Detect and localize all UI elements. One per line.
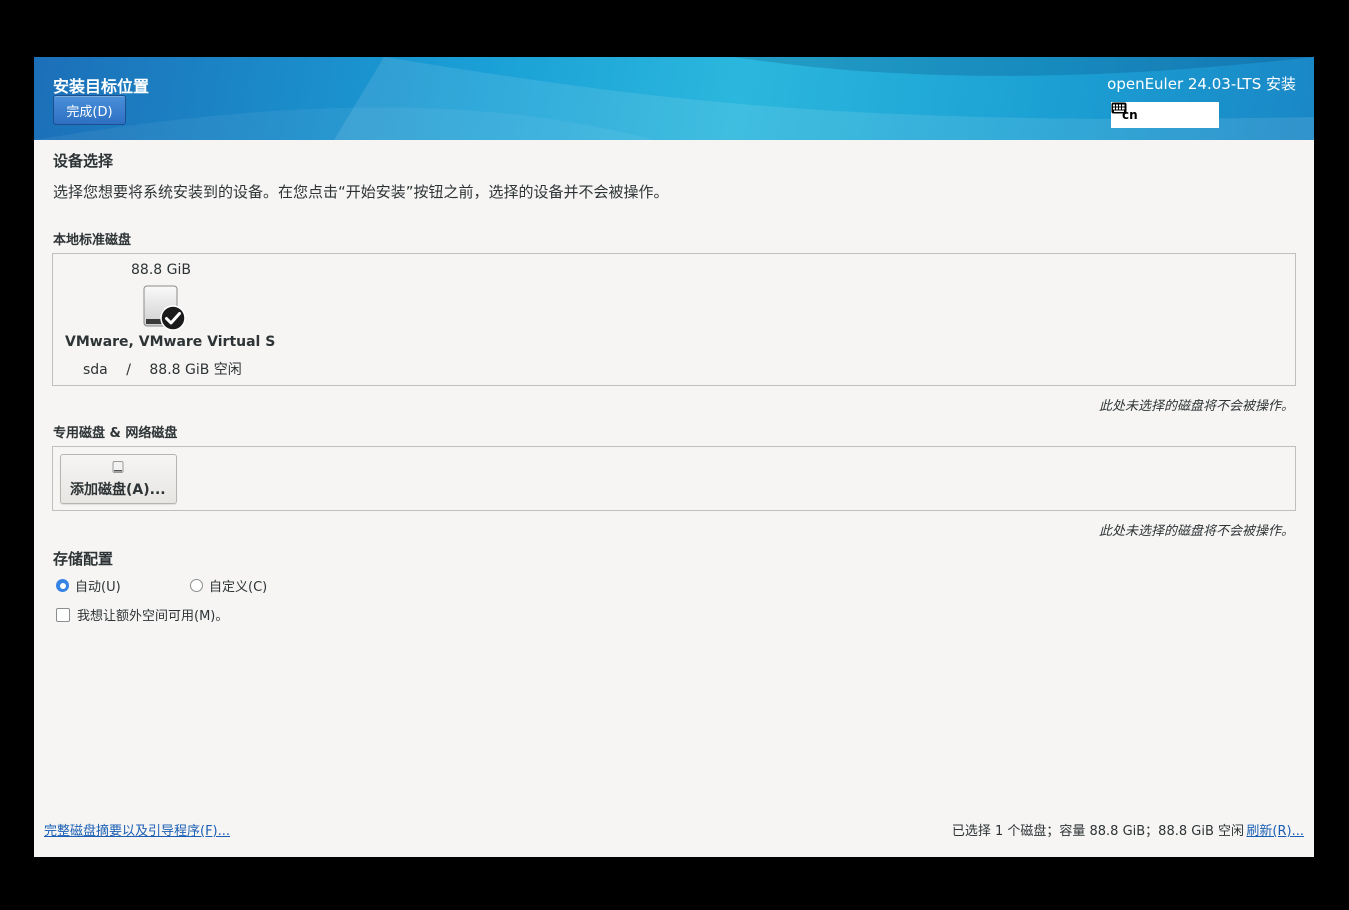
add-disk-label: 添加磁盘(A)... — [70, 482, 166, 498]
disk-name: VMware, VMware Virtual S — [65, 334, 276, 350]
installer-window: 安装目标位置 完成(D) openEuler 24.03-LTS 安装 cn 设 — [34, 57, 1314, 857]
specialized-disks-note: 此处未选择的磁盘将不会被操作。 — [1098, 524, 1294, 539]
extra-space-checkbox-box[interactable] — [56, 607, 70, 622]
storage-config-title: 存储配置 — [53, 550, 114, 568]
radio-custom[interactable]: 自定义(C) — [190, 576, 267, 595]
disk-separator: / — [126, 362, 131, 378]
full-disk-summary-link[interactable]: 完整磁盘摘要以及引导程序(F)... — [44, 820, 230, 839]
header-bar: 安装目标位置 完成(D) openEuler 24.03-LTS 安装 cn — [34, 57, 1314, 140]
add-disk-button[interactable]: 添加磁盘(A)... — [60, 454, 177, 504]
disk-info: sda / 88.8 GiB 空闲 — [83, 359, 242, 379]
radio-automatic-indicator[interactable] — [56, 579, 69, 592]
selection-summary: 已选择 1 个磁盘；容量 88.8 GiB；88.8 GiB 空闲 — [951, 824, 1244, 839]
product-title: openEuler 24.03-LTS 安装 — [1107, 75, 1296, 93]
disk-free: 88.8 GiB 空闲 — [149, 362, 242, 378]
extra-space-label: 我想让额外空间可用(M)。 — [77, 609, 229, 624]
local-disks-note: 此处未选择的磁盘将不会被操作。 — [1098, 399, 1294, 414]
refresh-link[interactable]: 刷新(R)... — [1246, 820, 1304, 839]
selected-check-icon — [160, 305, 186, 335]
specialized-disks-title: 专用磁盘 & 网络磁盘 — [53, 426, 178, 441]
disk-item[interactable]: 88.8 GiB VMware, VMware Virtual S sda / … — [53, 254, 283, 385]
radio-automatic-label: 自动(U) — [75, 580, 121, 595]
radio-custom-label: 自定义(C) — [209, 580, 268, 595]
radio-automatic[interactable]: 自动(U) — [56, 576, 121, 595]
radio-custom-indicator[interactable] — [190, 579, 203, 592]
disk-device: sda — [83, 362, 108, 378]
device-selection-description: 选择您想要将系统安装到的设备。在您点击“开始安装”按钮之前，选择的设备并不会被操… — [53, 183, 669, 201]
local-disks-panel: 88.8 GiB VMware, VMware Virtual S sda / … — [52, 253, 1296, 386]
spoke-title: 安装目标位置 — [53, 77, 150, 96]
disk-small-icon — [112, 461, 124, 477]
specialized-disks-panel: 添加磁盘(A)... — [52, 446, 1296, 511]
extra-space-checkbox[interactable]: 我想让额外空间可用(M)。 — [56, 605, 228, 624]
device-selection-title: 设备选择 — [53, 152, 114, 170]
disk-size: 88.8 GiB — [131, 262, 191, 278]
local-disks-title: 本地标准磁盘 — [53, 233, 132, 248]
keyboard-layout-indicator[interactable]: cn — [1111, 102, 1219, 128]
done-button[interactable]: 完成(D) — [53, 95, 126, 125]
